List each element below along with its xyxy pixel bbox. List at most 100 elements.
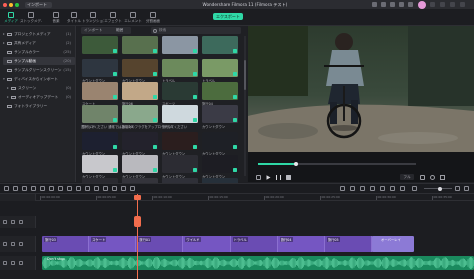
play-icon[interactable] <box>266 175 271 180</box>
audio-icon[interactable] <box>67 186 72 191</box>
render-icon[interactable] <box>340 186 345 191</box>
download-icon[interactable] <box>233 72 237 76</box>
fullscreen-preview-icon[interactable] <box>440 175 445 180</box>
tab-media[interactable]: メディア <box>2 10 20 25</box>
tab-split-screen[interactable]: 分割画面 <box>144 10 162 25</box>
video-clip[interactable]: スケート <box>89 236 137 252</box>
download-icon[interactable] <box>153 168 157 172</box>
media-thumbnail[interactable] <box>202 155 238 173</box>
media-thumbnail[interactable] <box>162 82 198 100</box>
tab-element[interactable]: エレメント <box>124 10 142 25</box>
download-icon[interactable] <box>233 168 237 172</box>
download-icon[interactable] <box>233 118 237 122</box>
sidebar-item-sample-green-screen[interactable]: サンプルグリーンスクリーン (15) <box>3 66 75 74</box>
snapshot-icon[interactable] <box>420 175 425 180</box>
delete-icon[interactable] <box>22 186 27 191</box>
speaker-icon[interactable] <box>19 261 23 265</box>
lock-icon[interactable] <box>11 220 15 224</box>
media-scrollbar[interactable] <box>244 36 246 176</box>
zoom-in-icon[interactable] <box>455 186 460 191</box>
sidebar-item-photo-library[interactable]: フォトライブラリー <box>3 102 75 110</box>
media-thumbnail[interactable] <box>202 59 238 77</box>
eye-icon[interactable] <box>19 220 23 224</box>
tab-stock-media[interactable]: ストックメディア <box>20 10 42 25</box>
video-clip[interactable]: 旅行03 <box>42 236 90 252</box>
media-thumbnail[interactable] <box>162 59 198 77</box>
video-clip[interactable]: トラベル <box>230 236 278 252</box>
shield-icon[interactable] <box>360 186 365 191</box>
panel-icon[interactable] <box>440 2 445 7</box>
sidebar-item-audio-update[interactable]: ▸ オーディオアップデート (0) <box>7 93 75 101</box>
playhead-line[interactable] <box>137 194 138 279</box>
download-icon[interactable] <box>193 72 197 76</box>
text-icon[interactable] <box>112 186 117 191</box>
lock-icon[interactable] <box>11 242 15 246</box>
sidebar-item-import-device[interactable]: ▾ ディバイスからインポート <box>3 75 75 83</box>
avatar[interactable] <box>418 0 426 9</box>
mask-icon[interactable] <box>85 186 90 191</box>
download-icon[interactable] <box>113 145 117 149</box>
eye-icon[interactable] <box>19 242 23 246</box>
cloud-icon[interactable] <box>390 2 395 7</box>
playhead-marker[interactable] <box>134 216 141 227</box>
download-icon[interactable] <box>193 118 197 122</box>
media-thumbnail[interactable] <box>122 36 158 54</box>
media-thumbnail[interactable] <box>122 82 158 100</box>
download-icon[interactable] <box>193 145 197 149</box>
preview-video[interactable] <box>248 26 474 152</box>
tab-effect[interactable]: エフェクト <box>104 10 122 25</box>
prev-frame-icon[interactable] <box>256 175 261 180</box>
download-icon[interactable] <box>153 118 157 122</box>
sidebar-item-screen[interactable]: ▸ スクリーン (0) <box>7 84 75 92</box>
sidebar-item-sample-video[interactable]: サンプル動画 (20) <box>3 57 75 65</box>
color-icon[interactable] <box>58 186 63 191</box>
sidebar-item-project-media[interactable]: ▸ プロジェクトメディア (1) <box>3 30 75 38</box>
media-thumbnail[interactable] <box>202 105 238 123</box>
tracking-icon[interactable] <box>103 186 108 191</box>
sidebar-item-sample-color[interactable]: サンプルカラー (25) <box>3 48 75 56</box>
video-clip[interactable]: ワイルド <box>183 236 231 252</box>
download-icon[interactable] <box>153 72 157 76</box>
split-icon[interactable] <box>121 186 126 191</box>
download-icon[interactable] <box>153 145 157 149</box>
user-icon[interactable] <box>372 2 377 7</box>
marker-icon[interactable] <box>350 186 355 191</box>
preview-scrub-handle[interactable] <box>294 161 298 166</box>
video-track[interactable]: 旅行03 スケート 旅行01 ワイルド トラベル 旅行04 旅行05 <box>42 236 414 252</box>
tab-title[interactable]: タイトル <box>65 10 83 25</box>
timeline-settings-icon[interactable] <box>464 186 469 191</box>
export-button[interactable]: エクスポート <box>213 13 243 20</box>
redo-icon[interactable] <box>13 186 18 191</box>
lock-icon[interactable] <box>11 261 15 265</box>
mixer-icon[interactable] <box>380 186 385 191</box>
download-icon[interactable] <box>233 49 237 53</box>
media-thumbnail[interactable] <box>122 105 158 123</box>
headset-icon[interactable] <box>399 2 404 7</box>
download-icon[interactable] <box>153 49 157 53</box>
adjust-icon[interactable] <box>76 186 81 191</box>
media-thumbnail[interactable] <box>202 132 238 150</box>
mic-icon[interactable] <box>370 186 375 191</box>
media-thumbnail[interactable] <box>82 155 118 173</box>
grid-icon[interactable] <box>450 2 455 7</box>
download-icon[interactable] <box>193 168 197 172</box>
media-thumbnail[interactable] <box>162 36 198 54</box>
import-dropdown[interactable]: インポート <box>81 27 131 34</box>
download-icon[interactable] <box>113 49 117 53</box>
search-input[interactable]: 検索 <box>151 27 241 34</box>
tab-transition[interactable]: トランジション <box>82 10 104 25</box>
sidebar-item-shared-media[interactable]: ▸ 共有メディア (2) <box>3 39 75 47</box>
zoom-out-icon[interactable] <box>412 186 417 191</box>
media-thumbnail[interactable] <box>82 132 118 150</box>
download-icon[interactable] <box>113 118 117 122</box>
media-thumbnail[interactable] <box>162 132 198 150</box>
media-scrollbar-thumb[interactable] <box>244 60 246 90</box>
keyframe-icon[interactable] <box>94 186 99 191</box>
download-icon[interactable] <box>113 168 117 172</box>
media-thumbnail[interactable] <box>202 36 238 54</box>
media-thumbnail[interactable] <box>82 36 118 54</box>
download-icon[interactable] <box>233 95 237 99</box>
tile-icon[interactable] <box>430 2 435 7</box>
video-clip[interactable]: 旅行01 <box>136 236 184 252</box>
record-icon[interactable] <box>130 186 135 191</box>
